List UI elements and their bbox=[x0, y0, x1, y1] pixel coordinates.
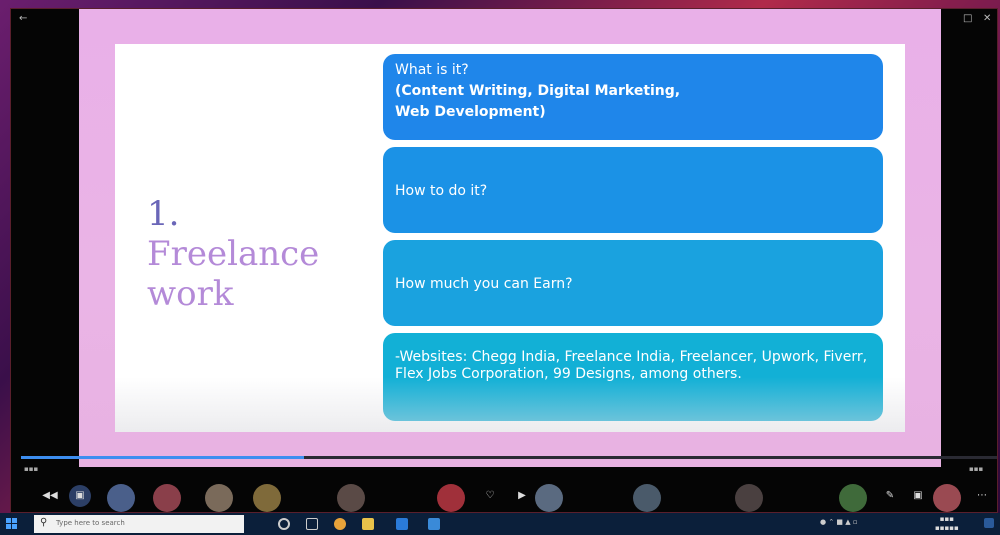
windows-start-icon[interactable] bbox=[6, 518, 18, 530]
avatar[interactable] bbox=[535, 484, 563, 512]
card-what-detail-2: Web Development) bbox=[395, 104, 546, 120]
avatar[interactable] bbox=[153, 484, 181, 512]
chrome-icon[interactable] bbox=[334, 518, 346, 530]
avatar[interactable] bbox=[933, 484, 961, 512]
progress-fill bbox=[21, 456, 305, 459]
store-icon[interactable] bbox=[396, 518, 408, 530]
avatar[interactable] bbox=[437, 484, 465, 512]
card-how-label: How to do it? bbox=[395, 183, 488, 199]
avatar[interactable] bbox=[735, 484, 763, 512]
rewind-icon[interactable]: ◀◀ bbox=[39, 485, 61, 507]
slide-bottom-fade bbox=[115, 377, 905, 432]
time-total: ▪▪▪ bbox=[969, 465, 984, 473]
search-icon: ⚲ bbox=[40, 517, 48, 528]
slide-frame: 1. Freelance work What is it? (Content W… bbox=[79, 9, 941, 467]
card-how-much-earn: How much you can Earn? bbox=[383, 240, 883, 326]
heart-icon[interactable]: ♡ bbox=[479, 485, 501, 507]
system-tray[interactable]: ● ⌃ ■ ▲ ▫ bbox=[820, 518, 858, 526]
app-icon[interactable] bbox=[428, 518, 440, 530]
title-number: 1. bbox=[147, 194, 180, 234]
cortana-icon[interactable] bbox=[278, 518, 290, 530]
play-icon[interactable]: ▶ bbox=[511, 485, 533, 507]
card-what-is-it: What is it? (Content Writing, Digital Ma… bbox=[383, 54, 883, 140]
pen-icon[interactable]: ✎ bbox=[879, 485, 901, 507]
avatar[interactable] bbox=[253, 484, 281, 512]
screen-share-icon[interactable]: ▣ bbox=[69, 485, 91, 507]
progress-bar[interactable] bbox=[21, 456, 997, 459]
task-view-icon[interactable] bbox=[306, 518, 318, 530]
avatar[interactable] bbox=[337, 484, 365, 512]
back-arrow-icon[interactable]: ← bbox=[19, 13, 27, 24]
maximize-icon[interactable]: □ bbox=[963, 13, 972, 24]
taskbar: ⚲ Type here to search ● ⌃ ■ ▲ ▫ ▪▪▪ ▪▪▪▪▪ bbox=[0, 513, 1000, 535]
notifications-icon[interactable] bbox=[984, 518, 994, 528]
avatar[interactable] bbox=[107, 484, 135, 512]
title-line2: work bbox=[147, 274, 234, 314]
file-explorer-icon[interactable] bbox=[362, 518, 374, 530]
participants-bar: ◀◀ ▣ ♡ ▶ ✎ ▣ ⋯ bbox=[21, 475, 997, 515]
avatar[interactable] bbox=[205, 484, 233, 512]
card-how-to-do-it: How to do it? bbox=[383, 147, 883, 233]
search-placeholder: Type here to search bbox=[56, 519, 125, 527]
avatar[interactable] bbox=[633, 484, 661, 512]
taskbar-search[interactable]: ⚲ Type here to search bbox=[34, 515, 244, 533]
system-clock[interactable]: ▪▪▪ ▪▪▪▪▪ bbox=[935, 515, 959, 533]
video-player-window: ← — □ ✕ 1. Freelance work What is it? (C… bbox=[10, 8, 998, 513]
card-what-detail-1: (Content Writing, Digital Marketing, bbox=[395, 83, 681, 99]
close-icon[interactable]: ✕ bbox=[983, 13, 991, 24]
avatar[interactable] bbox=[839, 484, 867, 512]
slide: 1. Freelance work What is it? (Content W… bbox=[115, 44, 905, 432]
more-options-icon[interactable]: ⋯ bbox=[971, 485, 993, 507]
slide-title: 1. Freelance work bbox=[147, 194, 357, 314]
card-earn-label: How much you can Earn? bbox=[395, 276, 573, 292]
title-line1: Freelance bbox=[147, 234, 320, 274]
time-elapsed: ▪▪▪ bbox=[24, 465, 39, 473]
camera-icon[interactable]: ▣ bbox=[907, 485, 929, 507]
card-what-label: What is it? bbox=[395, 62, 469, 78]
